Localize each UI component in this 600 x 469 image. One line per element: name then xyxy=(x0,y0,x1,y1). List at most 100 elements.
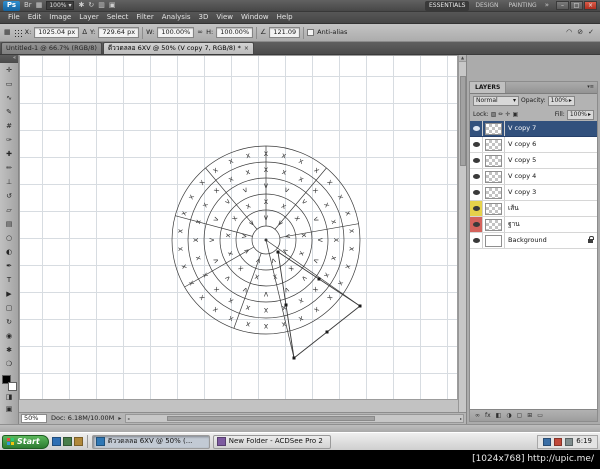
taskbar-task[interactable]: ดีววดลลอ 6XV @ 50% (... xyxy=(91,434,210,449)
fill-field[interactable]: 100% ▸ xyxy=(566,109,594,120)
scroll-right-icon[interactable]: ▸ xyxy=(460,416,462,421)
quick-select-tool-icon[interactable]: ✎ xyxy=(0,105,18,119)
visibility-toggle[interactable] xyxy=(470,169,483,184)
width-field[interactable]: 100.00% xyxy=(157,27,195,38)
height-field[interactable]: 100.00% xyxy=(216,27,254,38)
layer-row[interactable]: V copy 3 xyxy=(470,185,597,201)
hand-tool-icon[interactable]: ✱ xyxy=(0,343,18,357)
y-position-field[interactable]: 729.64 px xyxy=(98,27,140,38)
link-dimensions-icon[interactable]: ∞ xyxy=(197,29,203,36)
quicklaunch-icon-2[interactable] xyxy=(62,437,72,446)
close-button[interactable]: × xyxy=(584,1,597,10)
menu-item-image[interactable]: Image xyxy=(45,14,75,21)
tray-icon-2[interactable] xyxy=(554,437,563,446)
warp-mode-icon[interactable]: ◠ xyxy=(566,29,572,36)
cancel-transform-icon[interactable]: ⊘ xyxy=(577,29,583,36)
menu-item-edit[interactable]: Edit xyxy=(24,14,46,21)
lock-transparency-icon[interactable]: ▨ xyxy=(491,111,497,118)
color-swatches[interactable] xyxy=(1,375,17,391)
minimize-button[interactable]: – xyxy=(556,1,569,10)
healing-brush-tool-icon[interactable]: ✚ xyxy=(0,147,18,161)
marquee-tool-icon[interactable]: ▭ xyxy=(0,77,18,91)
menu-item-help[interactable]: Help xyxy=(273,14,297,21)
menu-item-file[interactable]: File xyxy=(4,14,24,21)
blur-tool-icon[interactable]: ○ xyxy=(0,231,18,245)
zoom-tool-icon[interactable]: ❍ xyxy=(0,357,18,371)
screen-mode-button[interactable]: ▣ xyxy=(0,403,18,415)
menu-item-view[interactable]: View xyxy=(212,14,237,21)
visibility-toggle[interactable] xyxy=(470,217,483,232)
layer-row[interactable]: เส้น xyxy=(470,201,597,217)
start-button[interactable]: Start xyxy=(2,434,49,449)
brush-tool-icon[interactable]: ✏ xyxy=(0,161,18,175)
layer-row[interactable]: V copy 4 xyxy=(470,169,597,185)
visibility-toggle[interactable] xyxy=(470,121,483,136)
gradient-tool-icon[interactable]: ▤ xyxy=(0,217,18,231)
layer-row[interactable]: Background xyxy=(470,233,597,249)
rotation-angle-field[interactable]: 121.09 xyxy=(269,27,301,38)
move-tool-icon[interactable]: ✛ xyxy=(0,63,18,77)
lock-position-icon[interactable]: ✛ xyxy=(505,111,510,118)
opacity-field[interactable]: 100% ▸ xyxy=(547,96,575,106)
tray-icon-3[interactable] xyxy=(565,437,574,446)
background-color-swatch[interactable] xyxy=(7,382,17,391)
screen-mode-icon[interactable]: ▣ xyxy=(109,2,116,9)
reference-point-locator[interactable] xyxy=(13,28,22,37)
workspace-design[interactable]: DESIGN xyxy=(471,1,502,11)
layer-row[interactable]: ฐาน xyxy=(470,217,597,233)
shape-tool-icon[interactable]: ▢ xyxy=(0,301,18,315)
view-extras-icon[interactable]: ▦ xyxy=(36,2,43,9)
clone-stamp-tool-icon[interactable]: ⊥ xyxy=(0,175,18,189)
tool-preset-icon[interactable]: ▦ xyxy=(4,29,11,36)
horizontal-scrollbar[interactable]: ◂ ▸ xyxy=(125,414,464,423)
status-zoom-field[interactable]: 50% xyxy=(21,414,47,423)
visibility-toggle[interactable] xyxy=(470,137,483,152)
bridge-icon[interactable]: Br xyxy=(24,2,32,9)
history-brush-tool-icon[interactable]: ↺ xyxy=(0,189,18,203)
crochet-chart-drawing[interactable]: x xxxxxxxxxxxxxxxxxxxxxxxxxxxxxx xxxxxxxxx… xyxy=(20,56,457,399)
layer-group-icon[interactable]: ▢ xyxy=(517,412,523,419)
scroll-left-icon[interactable]: ◂ xyxy=(127,416,129,421)
quick-mask-button[interactable]: ◨ xyxy=(0,391,18,403)
taskbar-task[interactable]: New Folder - ACDSee Pro 2 xyxy=(212,434,331,449)
commit-transform-icon[interactable]: ✓ xyxy=(588,29,594,36)
menu-item-layer[interactable]: Layer xyxy=(75,14,103,21)
workspace-essentials[interactable]: ESSENTIALS xyxy=(425,0,470,11)
adjustment-layer-icon[interactable]: ◑ xyxy=(506,412,511,419)
rotate-view-icon[interactable]: ↻ xyxy=(88,2,94,9)
status-options-icon[interactable]: ▸ xyxy=(118,415,121,422)
antialias-checkbox[interactable] xyxy=(307,29,315,36)
tray-icon-1[interactable] xyxy=(543,437,552,446)
menu-item-window[interactable]: Window xyxy=(237,14,273,21)
layers-panel-tab[interactable]: LAYERS xyxy=(470,82,507,93)
type-tool-icon[interactable]: T xyxy=(0,273,18,287)
menu-item-select[interactable]: Select xyxy=(103,14,133,21)
3d-orbit-tool-icon[interactable]: ◉ xyxy=(0,329,18,343)
3d-rotate-tool-icon[interactable]: ↻ xyxy=(0,315,18,329)
crop-tool-icon[interactable]: # xyxy=(0,119,18,133)
lock-pixels-icon[interactable]: ✏ xyxy=(498,111,503,118)
menu-item-3d[interactable]: 3D xyxy=(195,14,213,21)
eyedropper-tool-icon[interactable]: ✑ xyxy=(0,133,18,147)
vertical-scroll-thumb[interactable] xyxy=(459,76,466,166)
path-select-tool-icon[interactable]: ▶ xyxy=(0,287,18,301)
horizontal-scroll-thumb[interactable] xyxy=(166,416,376,421)
blend-mode-dropdown[interactable]: Normal ▾ xyxy=(473,96,519,106)
document-tab[interactable]: ดีววดลลอ 6XV @ 50% (V copy 7, RGB/8) * × xyxy=(102,42,254,54)
eraser-tool-icon[interactable]: ▱ xyxy=(0,203,18,217)
vertical-scrollbar[interactable]: ▲ xyxy=(458,55,466,412)
layer-row[interactable]: V copy 7 xyxy=(470,121,597,137)
delete-layer-icon[interactable]: ▭ xyxy=(537,412,543,419)
panel-menu-icon[interactable]: ▾≡ xyxy=(587,85,597,90)
zoom-level-dropdown[interactable]: 100% ▾ xyxy=(46,1,75,10)
link-layers-icon[interactable]: ∞ xyxy=(475,412,480,419)
tray-clock[interactable]: 6:19 xyxy=(576,438,592,445)
pen-tool-icon[interactable]: ✒ xyxy=(0,259,18,273)
menu-item-analysis[interactable]: Analysis xyxy=(158,14,195,21)
workspace-painting[interactable]: PAINTING xyxy=(505,1,541,11)
lasso-tool-icon[interactable]: ∿ xyxy=(0,91,18,105)
workspace-overflow-icon[interactable]: » xyxy=(543,2,551,9)
restore-button[interactable]: □ xyxy=(570,1,583,10)
new-layer-icon[interactable]: ⊞ xyxy=(527,412,532,419)
layer-row[interactable]: V copy 6 xyxy=(470,137,597,153)
